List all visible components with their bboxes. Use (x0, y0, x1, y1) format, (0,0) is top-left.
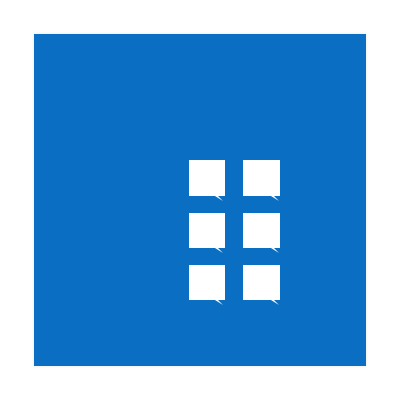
grid-cell (243, 160, 280, 201)
grid-cell (189, 265, 225, 305)
grid-cell (243, 265, 280, 305)
grid-cell (189, 213, 225, 253)
grid-cell (189, 160, 225, 201)
grid-cell (243, 213, 280, 253)
app-tile[interactable] (34, 34, 366, 366)
grid-six-squares-icon (187, 158, 284, 306)
